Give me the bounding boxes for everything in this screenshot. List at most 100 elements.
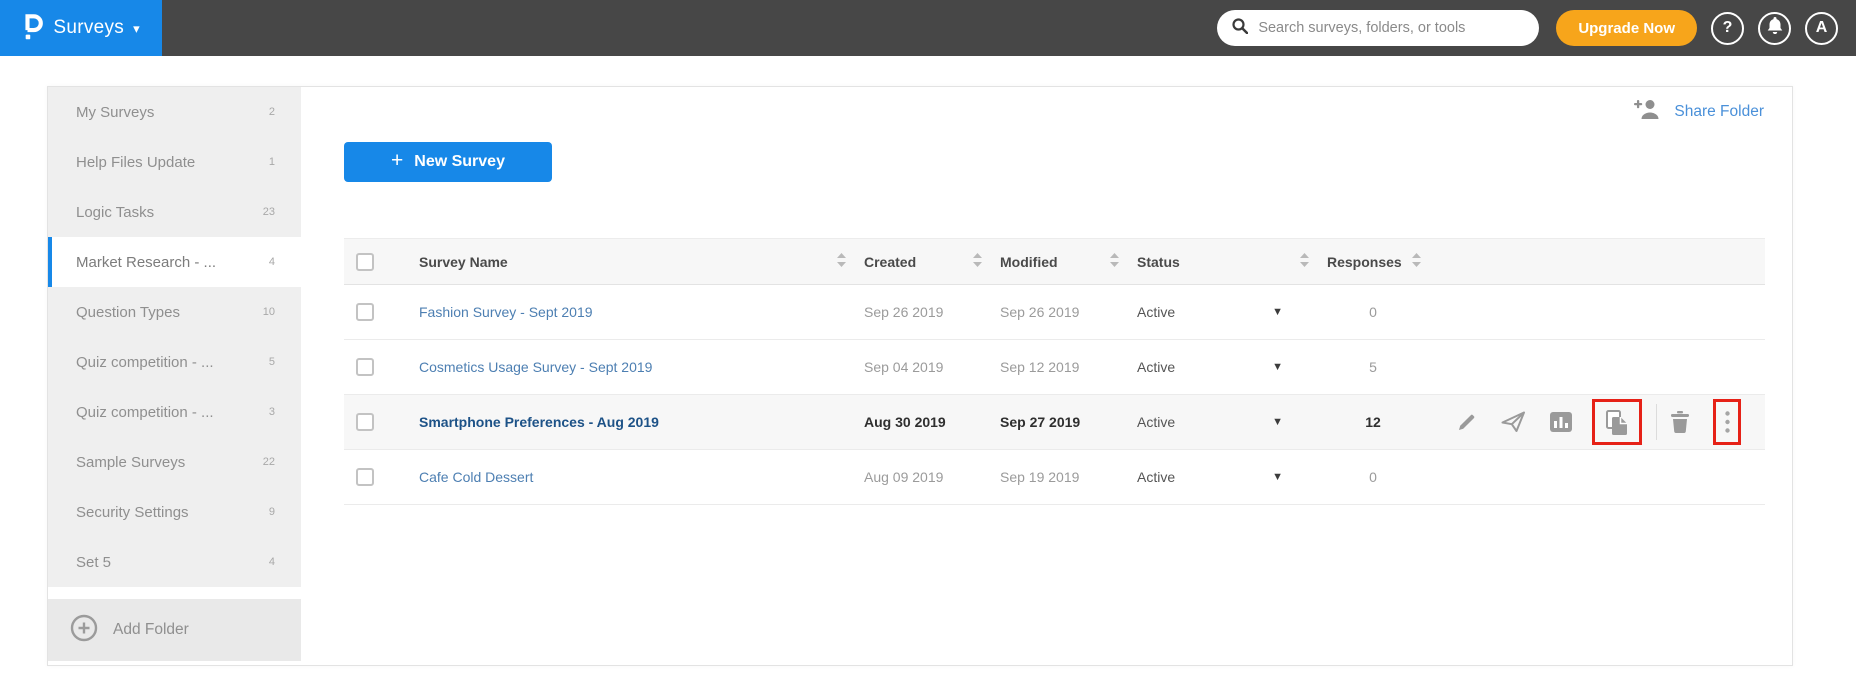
modified-date: Sep 27 2019 <box>1000 414 1081 430</box>
row-checkbox[interactable] <box>356 358 374 376</box>
sidebar-item-label: Quiz competition - ... <box>76 353 214 371</box>
created-date: Aug 30 2019 <box>864 414 946 430</box>
chevron-down-icon: ▼ <box>1272 306 1283 318</box>
chevron-down-icon: ▼ <box>1272 361 1283 373</box>
sidebar-item-count: 22 <box>262 456 275 468</box>
survey-name-link[interactable]: Cosmetics Usage Survey - Sept 2019 <box>419 359 652 375</box>
sidebar-item-label: My Surveys <box>76 103 155 121</box>
sidebar-item-question-types[interactable]: Question Types 10 <box>48 287 301 337</box>
content-card: My Surveys 2 Help Files Update 1 Logic T… <box>47 86 1793 666</box>
column-header-created[interactable]: Created <box>854 253 990 270</box>
column-header-status[interactable]: Status <box>1127 253 1317 270</box>
select-all-checkbox[interactable] <box>356 252 374 271</box>
modified-date: Sep 19 2019 <box>1000 469 1080 485</box>
add-person-icon <box>1634 99 1661 124</box>
search-input[interactable] <box>1258 20 1525 36</box>
proprofs-logo-icon <box>22 9 44 47</box>
sidebar-item-logic-tasks[interactable]: Logic Tasks 23 <box>48 187 301 237</box>
sidebar-item-label: Question Types <box>76 303 180 321</box>
add-folder-label: Add Folder <box>113 621 189 638</box>
status-dropdown[interactable]: Active ▼ <box>1127 469 1317 485</box>
sort-icon[interactable] <box>1412 253 1421 270</box>
sidebar-item-label: Help Files Update <box>76 153 196 171</box>
chevron-down-icon: ▾ <box>133 20 140 36</box>
reports-bar-chart-icon[interactable] <box>1550 412 1572 432</box>
column-header-modified[interactable]: Modified <box>990 253 1127 270</box>
survey-name-link[interactable]: Cafe Cold Dessert <box>419 469 533 485</box>
actions-divider <box>1656 404 1657 440</box>
edit-pencil-icon[interactable] <box>1457 412 1477 432</box>
more-menu-highlight-box <box>1713 399 1741 445</box>
sidebar-item-my-surveys[interactable]: My Surveys 2 <box>48 87 301 137</box>
responses-count: 0 <box>1369 304 1377 320</box>
duplicate-highlight-box <box>1592 399 1642 445</box>
bell-icon <box>1767 17 1783 39</box>
sidebar-item-count: 2 <box>268 106 275 118</box>
sidebar-item-set-5[interactable]: Set 5 4 <box>48 537 301 587</box>
sort-icon[interactable] <box>1110 253 1119 270</box>
main-panel: Share Folder + New Survey Survey Name Cr <box>301 87 1792 665</box>
plus-icon: + <box>391 149 404 172</box>
sidebar-item-count: 3 <box>268 406 275 418</box>
sidebar-item-count: 10 <box>262 306 275 318</box>
sidebar-item-count: 4 <box>268 256 275 268</box>
sidebar-item-security-settings[interactable]: Security Settings 9 <box>48 487 301 537</box>
sidebar-item-count: 1 <box>268 156 275 168</box>
status-dropdown[interactable]: Active ▼ <box>1127 359 1317 375</box>
global-search[interactable] <box>1217 10 1540 46</box>
sidebar-item-label: Logic Tasks <box>76 203 155 221</box>
sidebar-item-count: 4 <box>268 556 275 568</box>
search-icon <box>1232 17 1249 39</box>
more-options-kebab-icon[interactable] <box>1724 411 1730 433</box>
sidebar-item-sample-surveys[interactable]: Sample Surveys 22 <box>48 437 301 487</box>
modified-date: Sep 12 2019 <box>1000 359 1080 375</box>
responses-count: 5 <box>1369 359 1377 375</box>
table-row-highlighted: Smartphone Preferences - Aug 2019 Aug 30… <box>344 395 1765 450</box>
column-header-responses[interactable]: Responses <box>1317 253 1429 270</box>
send-paper-plane-icon[interactable] <box>1501 411 1526 433</box>
notifications-button[interactable] <box>1758 11 1791 45</box>
sidebar-item-label: Quiz competition - ... <box>76 403 214 421</box>
sidebar-item-market-research[interactable]: Market Research - ... 4 <box>48 237 301 287</box>
survey-name-link[interactable]: Fashion Survey - Sept 2019 <box>419 304 593 320</box>
row-actions <box>1429 399 1765 445</box>
sidebar-item-count: 9 <box>268 506 275 518</box>
upgrade-now-button[interactable]: Upgrade Now <box>1556 10 1697 46</box>
topbar: Surveys ▾ Upgrade Now ? A <box>0 0 1856 56</box>
column-header-survey-name[interactable]: Survey Name <box>394 253 854 270</box>
responses-count: 0 <box>1369 469 1377 485</box>
app-switcher[interactable]: Surveys ▾ <box>0 0 162 56</box>
avatar[interactable]: A <box>1805 11 1838 45</box>
plus-circle-icon <box>70 614 98 647</box>
new-survey-button[interactable]: + New Survey <box>344 142 552 182</box>
new-survey-label: New Survey <box>414 153 505 170</box>
survey-name-link[interactable]: Smartphone Preferences - Aug 2019 <box>419 414 659 430</box>
sidebar-item-count: 5 <box>268 356 275 368</box>
sidebar-item-help-files-update[interactable]: Help Files Update 1 <box>48 137 301 187</box>
created-date: Aug 09 2019 <box>864 469 944 485</box>
table-header-row: Survey Name Created Modified Status Resp… <box>344 238 1765 285</box>
row-checkbox[interactable] <box>356 303 374 321</box>
sidebar-item-quiz-competition-2[interactable]: Quiz competition - ... 3 <box>48 387 301 437</box>
sidebar-item-label: Security Settings <box>76 503 189 521</box>
row-checkbox[interactable] <box>356 413 374 431</box>
folders-sidebar: My Surveys 2 Help Files Update 1 Logic T… <box>48 87 301 665</box>
sidebar-item-count: 23 <box>262 206 275 218</box>
add-folder-button[interactable]: Add Folder <box>48 599 301 661</box>
sidebar-item-label: Set 5 <box>76 553 112 571</box>
table-row: Fashion Survey - Sept 2019 Sep 26 2019 S… <box>344 285 1765 340</box>
help-button[interactable]: ? <box>1711 11 1744 45</box>
duplicate-copy-icon[interactable] <box>1604 409 1630 436</box>
sort-icon[interactable] <box>973 253 982 270</box>
sort-icon[interactable] <box>1300 253 1309 270</box>
share-folder-link[interactable]: Share Folder <box>1634 99 1764 124</box>
sort-icon[interactable] <box>837 253 846 270</box>
delete-trash-icon[interactable] <box>1671 411 1689 433</box>
sidebar-item-quiz-competition-1[interactable]: Quiz competition - ... 5 <box>48 337 301 387</box>
row-checkbox[interactable] <box>356 468 374 486</box>
share-folder-label: Share Folder <box>1674 102 1764 120</box>
status-dropdown[interactable]: Active ▼ <box>1127 304 1317 320</box>
status-dropdown[interactable]: Active ▼ <box>1127 414 1317 430</box>
sidebar-item-label: Market Research - ... <box>76 253 217 271</box>
chevron-down-icon: ▼ <box>1272 416 1283 428</box>
